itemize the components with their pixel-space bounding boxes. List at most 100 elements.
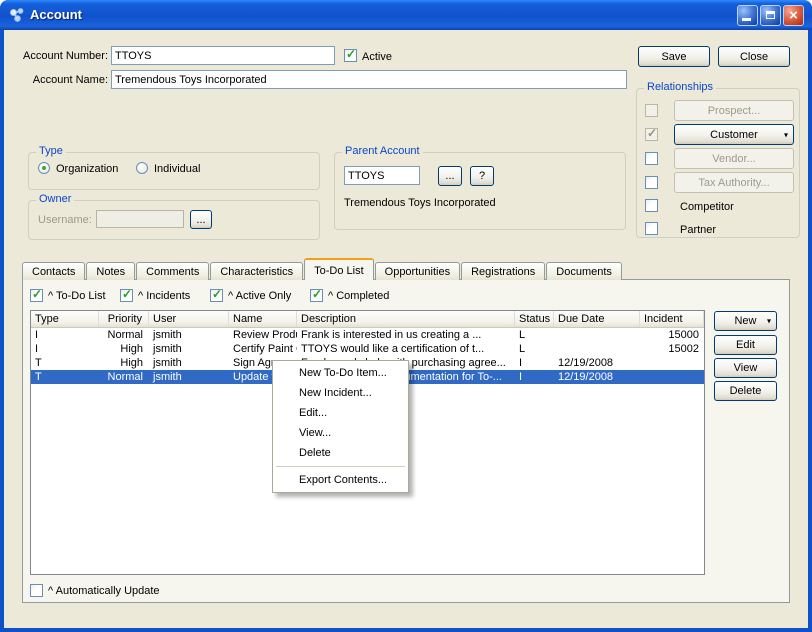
menu-separator [276, 466, 405, 467]
close-button[interactable]: Close [718, 46, 790, 67]
table-cell: T [31, 370, 99, 384]
filter-active-only-checkbox[interactable]: ✓ [210, 289, 223, 302]
column-header[interactable]: User [149, 311, 229, 327]
check-mark-icon: ✓ [212, 287, 222, 301]
tax-authority-checkbox[interactable] [645, 176, 658, 189]
tab-registrations[interactable]: Registrations [461, 262, 545, 280]
chevron-down-icon: ▾ [767, 317, 771, 326]
delete-button[interactable]: Delete [714, 381, 777, 401]
column-header[interactable]: Priority [99, 311, 149, 327]
close-window-button[interactable]: × [783, 5, 804, 26]
customer-dropdown-button[interactable]: Customer ▾ [674, 124, 794, 145]
check-mark-icon: ✓ [647, 126, 657, 140]
check-mark-icon: ✓ [312, 287, 322, 301]
edit-button[interactable]: Edit [714, 335, 777, 355]
customer-checkbox: ✓ [645, 128, 658, 141]
username-label: Username: [38, 214, 92, 226]
parent-account-group [334, 152, 626, 230]
table-cell: L [515, 342, 554, 356]
owner-browse-button[interactable]: ... [190, 210, 212, 229]
column-header[interactable]: Status [515, 311, 554, 327]
tab-notes[interactable]: Notes [86, 262, 135, 280]
column-header[interactable]: Incident [640, 311, 704, 327]
tab-contacts[interactable]: Contacts [22, 262, 85, 280]
close-icon: × [784, 6, 803, 25]
minimize-button[interactable] [737, 5, 758, 26]
table-cell: Frank is interested in us creating a ... [297, 328, 515, 342]
column-header[interactable]: Description [297, 311, 515, 327]
account-number-input[interactable] [111, 46, 335, 65]
username-input [96, 210, 184, 228]
customer-label: Customer [710, 129, 758, 141]
tab-comments[interactable]: Comments [136, 262, 209, 280]
vendor-button: Vendor... [674, 148, 794, 169]
tab-opportunities[interactable]: Opportunities [375, 262, 460, 280]
filter-active-only-label: ^ Active Only [228, 290, 291, 302]
table-cell: I [515, 370, 554, 384]
filter-completed-label: ^ Completed [328, 290, 389, 302]
tab-documents[interactable]: Documents [546, 262, 622, 280]
table-row[interactable]: INormaljsmithReview Product F...Frank is… [31, 328, 704, 342]
restore-icon [766, 11, 775, 19]
table-cell: jsmith [149, 356, 229, 370]
table-cell: 12/19/2008 [554, 370, 640, 384]
organization-label: Organization [56, 163, 118, 175]
tab-todo-list[interactable]: To-Do List [304, 258, 374, 280]
titlebar[interactable]: Account × [0, 0, 812, 30]
table-cell: I [515, 356, 554, 370]
radio-individual[interactable] [136, 162, 148, 174]
column-header[interactable]: Name [229, 311, 297, 327]
table-row[interactable]: IHighjsmithCertify Paint ColorTTOYS woul… [31, 342, 704, 356]
column-header[interactable]: Type [31, 311, 99, 327]
auto-update-checkbox[interactable] [30, 584, 43, 597]
table-cell: jsmith [149, 342, 229, 356]
account-number-label: Account Number: [20, 50, 108, 62]
table-cell: jsmith [149, 370, 229, 384]
table-cell: 15000 [640, 328, 704, 342]
account-name-label: Account Name: [20, 74, 108, 86]
menu-item[interactable]: Export Contents... [273, 470, 408, 490]
competitor-checkbox[interactable] [645, 199, 658, 212]
column-header[interactable]: Due Date [554, 311, 640, 327]
menu-item[interactable]: Delete [273, 443, 408, 463]
table-cell: 15002 [640, 342, 704, 356]
active-label: Active [362, 51, 392, 63]
filter-incidents-label: ^ Incidents [138, 290, 190, 302]
restore-button[interactable] [760, 5, 781, 26]
parent-account-title: Parent Account [342, 145, 423, 157]
parent-account-help-button[interactable]: ? [470, 166, 494, 186]
parent-account-input[interactable] [344, 166, 420, 185]
save-button[interactable]: Save [638, 46, 710, 67]
table-cell [640, 370, 704, 384]
individual-label: Individual [154, 163, 200, 175]
menu-item[interactable]: New Incident... [273, 383, 408, 403]
table-cell: Normal [99, 328, 149, 342]
active-checkbox[interactable]: ✓ [344, 49, 357, 62]
view-button[interactable]: View [714, 358, 777, 378]
radio-organization[interactable] [38, 162, 50, 174]
account-name-input[interactable] [111, 70, 627, 89]
relationships-title: Relationships [644, 81, 716, 93]
partner-label: Partner [680, 224, 716, 236]
chevron-down-icon: ▾ [784, 130, 788, 139]
filter-incidents-checkbox[interactable]: ✓ [120, 289, 133, 302]
table-cell: 12/19/2008 [554, 356, 640, 370]
tab-characteristics[interactable]: Characteristics [210, 262, 303, 280]
tax-authority-button: Tax Authority... [674, 172, 794, 193]
filter-todo-list-checkbox[interactable]: ✓ [30, 289, 43, 302]
partner-checkbox[interactable] [645, 222, 658, 235]
todo-table-header[interactable]: TypePriorityUserNameDescriptionStatusDue… [31, 311, 704, 328]
menu-item[interactable]: New To-Do Item... [273, 363, 408, 383]
parent-account-browse-button[interactable]: ... [438, 166, 462, 186]
vendor-checkbox[interactable] [645, 152, 658, 165]
new-button[interactable]: New▾ [714, 311, 777, 331]
competitor-label: Competitor [680, 201, 734, 213]
context-menu: New To-Do Item...New Incident...Edit...V… [272, 360, 409, 493]
menu-item[interactable]: View... [273, 423, 408, 443]
table-cell: I [31, 328, 99, 342]
app-icon [9, 7, 25, 23]
filter-completed-checkbox[interactable]: ✓ [310, 289, 323, 302]
table-cell: L [515, 328, 554, 342]
menu-item[interactable]: Edit... [273, 403, 408, 423]
table-cell [554, 328, 640, 342]
